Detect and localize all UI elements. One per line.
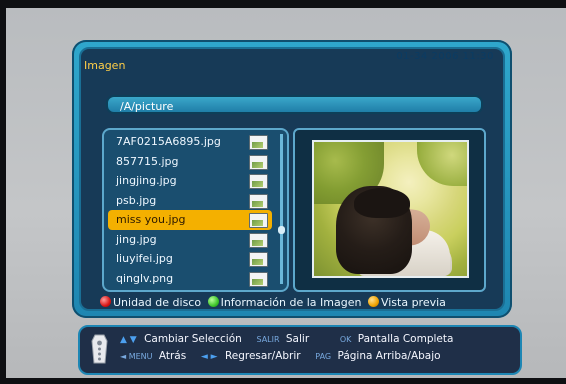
green-button-icon	[207, 296, 219, 307]
legend-preview-label: Vista previa	[380, 296, 446, 309]
exit-label: Salir	[285, 333, 310, 345]
file-list-frame: 7AF0215A6895.jpg 857715.jpg jingjing.jpg…	[102, 128, 289, 292]
file-list-item[interactable]: jing.jpg	[108, 230, 272, 250]
back-label: Atrás	[158, 350, 187, 362]
menu-key-label: ◄ MENU	[120, 352, 153, 361]
up-down-arrows-icon: ▲ ▼	[120, 335, 137, 345]
file-list-item[interactable]: jingjing.jpg	[108, 171, 272, 191]
image-file-icon	[249, 193, 268, 209]
legend-disk-label: Unidad de disco	[113, 296, 202, 309]
yellow-button-icon	[367, 296, 379, 307]
scrollbar-thumb[interactable]	[278, 226, 285, 234]
tv-screen: Imagen 01-34 2006 11:30 /A/picture 7AF02…	[6, 8, 566, 378]
current-path-label: /A/picture	[120, 100, 174, 113]
current-path: /A/picture	[106, 95, 483, 114]
image-file-icon	[249, 174, 268, 189]
image-file-icon	[249, 232, 268, 248]
page-key-label: PAG	[315, 352, 332, 361]
image-file-icon	[249, 271, 268, 287]
image-file-icon	[249, 154, 268, 170]
file-list: 7AF0215A6895.jpg 857715.jpg jingjing.jpg…	[108, 132, 272, 288]
file-name: liuyifei.jpg	[116, 252, 173, 265]
file-name: miss you.jpg	[116, 213, 186, 226]
red-button-icon	[100, 296, 111, 307]
help-row-1: ▲ ▼ Cambiar Selección SALIR Salir OK Pan…	[120, 330, 514, 348]
preview-frame	[293, 128, 486, 292]
ok-key-label: OK	[339, 335, 352, 344]
exit-key-label: SALIR	[256, 335, 280, 344]
image-file-icon	[249, 213, 268, 228]
file-name: jingjing.jpg	[116, 174, 177, 187]
image-file-icon	[249, 135, 268, 150]
back-open-label: Regresar/Abrir	[224, 350, 301, 362]
left-right-arrows-icon: ◄ ►	[200, 352, 218, 362]
preview-hair	[354, 188, 410, 218]
file-name: 7AF0215A6895.jpg	[116, 135, 221, 148]
remote-control-icon	[91, 334, 108, 364]
file-list-item[interactable]: 7AF0215A6895.jpg	[108, 132, 272, 152]
preview-image	[312, 140, 469, 278]
file-name: qinglv.png	[116, 271, 174, 285]
image-file-icon	[249, 252, 268, 267]
file-list-item[interactable]: liuyifei.jpg	[108, 249, 272, 269]
file-list-item-selected[interactable]: miss you.jpg	[108, 210, 272, 230]
page-label: Página Arriba/Abajo	[337, 350, 441, 362]
fullscreen-label: Pantalla Completa	[357, 333, 454, 345]
function-legend: Unidad de disco Información de la Imagen…	[100, 294, 446, 312]
file-list-scrollbar[interactable]	[278, 134, 285, 284]
file-list-item[interactable]: 857715.jpg	[108, 152, 272, 172]
file-name: jing.jpg	[116, 232, 157, 246]
file-list-item[interactable]: qinglv.png	[108, 269, 272, 289]
date-time: 01-34 2006 11:30	[396, 51, 494, 62]
help-row-2: ◄ MENU Atrás ◄ ► Regresar/Abrir PAG Pági…	[120, 347, 514, 365]
file-list-item[interactable]: psb.jpg	[108, 191, 272, 211]
change-selection-label: Cambiar Selección	[144, 333, 242, 345]
legend-info-label: Información de la Imagen	[220, 296, 362, 309]
panel-title: Imagen	[84, 59, 126, 72]
file-name: 857715.jpg	[116, 154, 179, 168]
help-bar: ▲ ▼ Cambiar Selección SALIR Salir OK Pan…	[78, 325, 522, 375]
image-browser-panel: Imagen 01-34 2006 11:30 /A/picture 7AF02…	[72, 40, 512, 318]
file-name: psb.jpg	[116, 193, 157, 207]
